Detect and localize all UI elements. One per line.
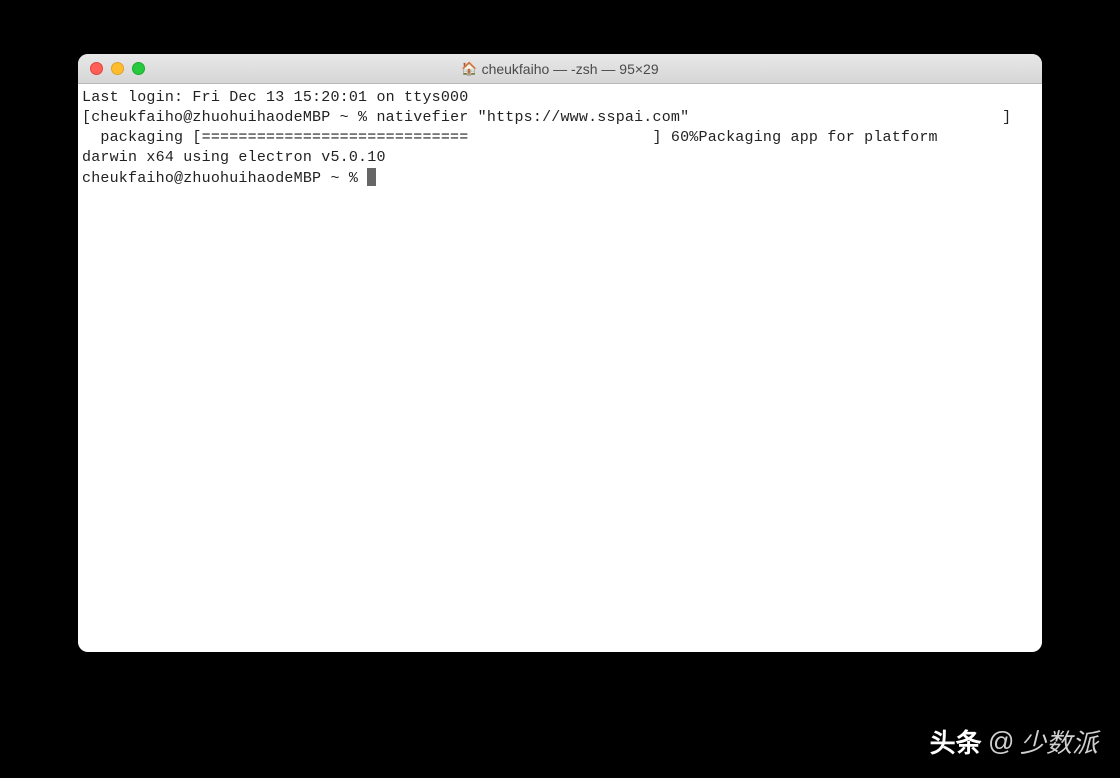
bracket-open: [ (82, 109, 91, 126)
terminal-line: [cheukfaiho@zhuohuihaodeMBP ~ % nativefi… (82, 108, 1038, 128)
shell-prompt: cheukfaiho@zhuohuihaodeMBP ~ % (91, 109, 376, 126)
cursor-icon (367, 168, 376, 186)
home-icon: 🏠 (461, 61, 477, 77)
minimize-icon[interactable] (111, 62, 124, 75)
close-icon[interactable] (90, 62, 103, 75)
terminal-line: cheukfaiho@zhuohuihaodeMBP ~ % (82, 168, 1038, 189)
terminal-window: 🏠 cheukfaiho — -zsh — 95×29 Last login: … (78, 54, 1042, 652)
terminal-line: Last login: Fri Dec 13 15:20:01 on ttys0… (82, 88, 1038, 108)
window-title-text: cheukfaiho — -zsh — 95×29 (482, 61, 659, 77)
maximize-icon[interactable] (132, 62, 145, 75)
watermark: 头条 @少数派 (930, 723, 1098, 760)
terminal-line: packaging [=============================… (82, 128, 1038, 148)
terminal-content[interactable]: Last login: Fri Dec 13 15:20:01 on ttys0… (78, 84, 1042, 193)
window-titlebar[interactable]: 🏠 cheukfaiho — -zsh — 95×29 (78, 54, 1042, 84)
shell-prompt: cheukfaiho@zhuohuihaodeMBP ~ % (82, 170, 367, 187)
watermark-name: 少数派 (1020, 723, 1098, 760)
traffic-lights (78, 62, 145, 75)
watermark-at: @ (988, 726, 1014, 757)
terminal-line: darwin x64 using electron v5.0.10 (82, 148, 1038, 168)
shell-command: nativefier "https://www.sspai.com" (376, 109, 689, 126)
bracket-close: ] (689, 109, 1011, 126)
window-title: 🏠 cheukfaiho — -zsh — 95×29 (78, 61, 1042, 77)
watermark-brand: 头条 (930, 723, 982, 760)
